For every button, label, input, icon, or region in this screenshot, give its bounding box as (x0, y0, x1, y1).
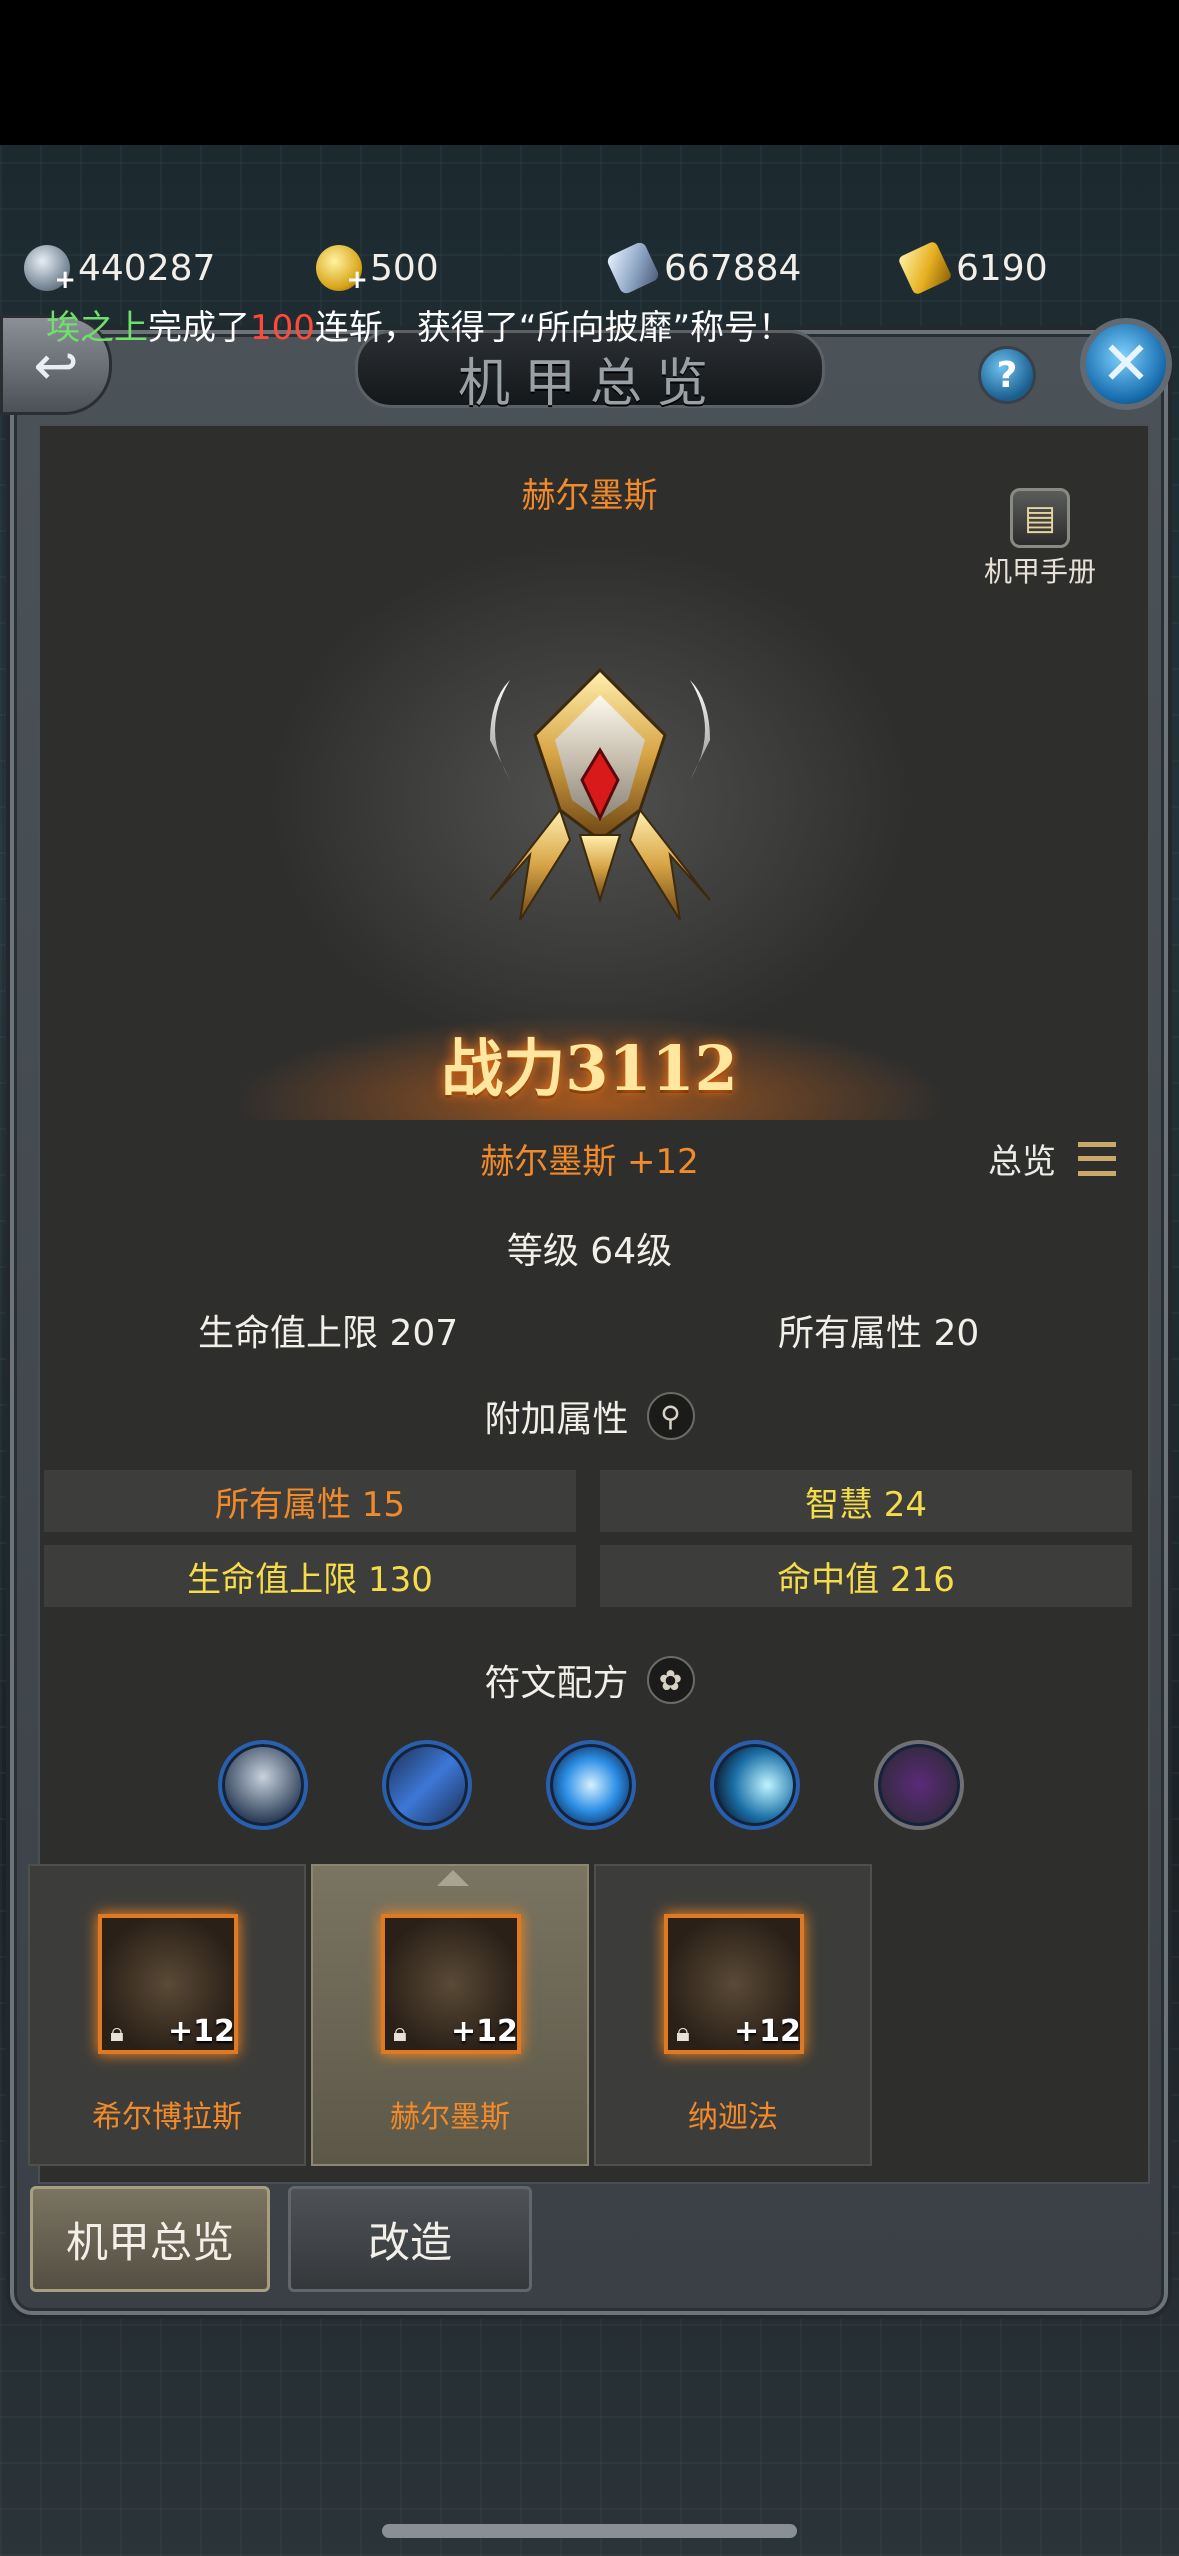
extra-attribute: 命中值 216 (600, 1545, 1132, 1607)
manual-label: 机甲手册 (983, 555, 1096, 588)
manual-book-icon: ▤ (1010, 488, 1070, 548)
extra-attribute: 所有属性 15 (44, 1470, 576, 1532)
resource-value: 667884 (664, 247, 802, 289)
base-stat-all: 所有属性 20 (778, 1313, 980, 1354)
lock-icon: 🔒︎ (393, 2018, 407, 2048)
rune-gem-icon[interactable] (874, 1740, 964, 1830)
home-indicator[interactable] (382, 2524, 797, 2538)
extra-attribute: 生命值上限 130 (44, 1545, 576, 1607)
combat-power: 战力3112 (441, 1032, 738, 1105)
mecha-manual-button[interactable]: ▤ 机甲手册 (980, 488, 1100, 590)
close-icon: ✕ (1100, 329, 1152, 399)
resource-value: 6190 (956, 247, 1048, 289)
mecha-card-name: 希尔博拉斯 (92, 2100, 242, 2135)
tab-modify[interactable]: 改造 (288, 2186, 532, 2292)
resource-bar: + 440287 + 500 667884 6190 (0, 238, 1179, 298)
rune-orb-icon[interactable] (546, 1740, 636, 1830)
close-button[interactable]: ✕ (1080, 318, 1172, 410)
hermes-mecha-emblem (489, 667, 711, 921)
section-title: 附加属性 (484, 1399, 629, 1440)
resource-gold-bar[interactable]: 6190 (897, 238, 1048, 298)
lock-icon: 🔒︎ (110, 2018, 124, 2048)
list-icon (1078, 1141, 1116, 1176)
crystal-icon (605, 240, 661, 296)
status-bar-area (0, 0, 1179, 145)
rune-staff-icon[interactable] (382, 1740, 472, 1830)
resource-silver[interactable]: + 440287 (24, 238, 215, 298)
rune-spike-icon[interactable] (218, 1740, 308, 1830)
resource-gold[interactable]: + 500 (316, 238, 439, 298)
resource-crystal[interactable]: 667884 (605, 238, 802, 298)
gold-coin-icon: + (316, 245, 368, 295)
base-stat-hp: 生命值上限 207 (198, 1313, 459, 1354)
overview-label: 总览 (988, 1142, 1056, 1182)
mecha-card[interactable]: 🔒︎ +12 纳迦法 (594, 1864, 872, 2166)
rune-cannon-icon[interactable] (710, 1740, 800, 1830)
rune-recipe-header: 符文配方 ✿ (0, 1654, 1179, 1706)
mecha-card[interactable]: 🔒︎ +12 希尔博拉斯 (28, 1864, 306, 2166)
lock-icon: 🔒︎ (676, 2018, 690, 2048)
marquee-text: 完成了 (148, 308, 250, 348)
broadcast-marquee: 埃之上完成了100连斩，获得了“所向披靡”称号！ (46, 300, 792, 349)
mecha-card-selected[interactable]: 🔒︎ +12 赫尔墨斯 (311, 1864, 589, 2166)
mecha-card-level: +12 (168, 2014, 235, 2049)
mecha-grade: 等级 64级 (506, 1231, 673, 1272)
gold-bar-icon (897, 240, 953, 296)
page-title: 机甲总览 (457, 354, 722, 414)
overview-button[interactable]: 总览 (988, 1134, 1116, 1183)
help-button[interactable]: ? (978, 346, 1036, 404)
extra-attributes-header: 附加属性 ⚲ (0, 1390, 1179, 1442)
marquee-player: 埃之上 (46, 308, 148, 348)
resource-value: 440287 (78, 247, 216, 289)
mecha-card-level: +12 (451, 2014, 518, 2049)
selected-arrow-icon (437, 1870, 469, 1886)
mecha-card-name: 赫尔墨斯 (390, 2100, 510, 2135)
extra-attribute: 智慧 24 (600, 1470, 1132, 1532)
tab-mecha-overview[interactable]: 机甲总览 (30, 2186, 270, 2292)
recipe-icon[interactable]: ✿ (646, 1656, 695, 1704)
mecha-card-level: +12 (734, 2014, 801, 2049)
mecha-card-name: 纳迦法 (688, 2100, 778, 2135)
section-title: 符文配方 (484, 1663, 629, 1704)
silver-coin-icon: + (24, 245, 76, 295)
marquee-count: 100 (250, 308, 315, 348)
help-icon: ? (996, 354, 1018, 396)
resource-value: 500 (370, 247, 439, 289)
marquee-text: 连斩，获得了“所向披靡”称号！ (314, 308, 793, 348)
magnifier-icon[interactable]: ⚲ (646, 1392, 695, 1440)
